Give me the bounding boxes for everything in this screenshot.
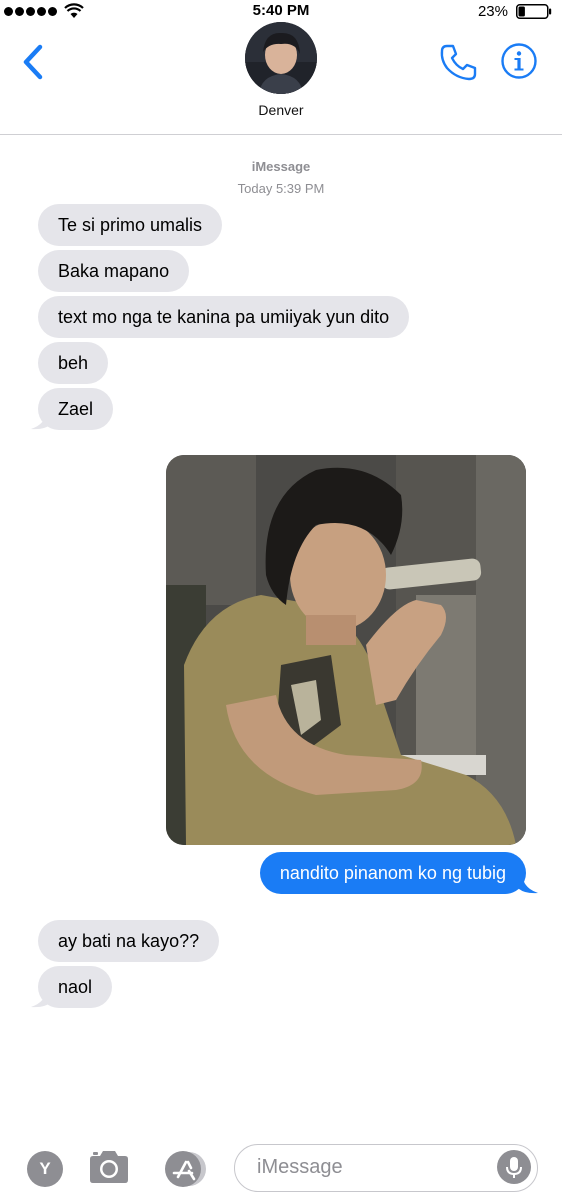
avatar-photo (245, 22, 317, 94)
incoming-message[interactable]: Te si primo umalis (38, 204, 223, 246)
message-input[interactable]: iMessage (234, 1144, 538, 1192)
back-button[interactable] (18, 42, 48, 82)
contact-name[interactable]: Denver (0, 102, 562, 118)
incoming-message[interactable]: Zael (38, 388, 114, 430)
composer-bar: Y iMessage (0, 1135, 562, 1200)
app-store-icon[interactable] (160, 1149, 210, 1189)
yahoo-app-button[interactable]: Y (27, 1151, 63, 1187)
incoming-message[interactable]: ay bati na kayo?? (38, 920, 220, 962)
incoming-message[interactable]: beh (38, 342, 109, 384)
incoming-message[interactable]: text mo nga te kanina pa umiiyak yun dit… (38, 296, 410, 338)
service-label: iMessage (251, 159, 311, 174)
conversation-header: Denver (0, 22, 562, 135)
avatar[interactable] (245, 22, 317, 94)
battery-icon (516, 4, 552, 19)
incoming-message[interactable]: naol (38, 966, 113, 1008)
battery-percentage: 23% (477, 3, 508, 20)
message-timestamp: Today 5:39 PM (237, 181, 325, 196)
status-bar: 5:40 PM 23% (0, 0, 562, 22)
photo-attachment[interactable] (166, 455, 526, 845)
outgoing-message[interactable]: nandito pinanom ko ng tubig (259, 852, 526, 894)
incoming-message[interactable]: Baka mapano (38, 250, 190, 292)
photo-image (166, 455, 526, 845)
camera-icon[interactable] (86, 1147, 132, 1187)
phone-icon[interactable] (438, 42, 478, 82)
message-input-placeholder: iMessage (257, 1156, 343, 1178)
microphone-icon[interactable] (497, 1150, 531, 1184)
info-icon[interactable] (500, 42, 538, 80)
